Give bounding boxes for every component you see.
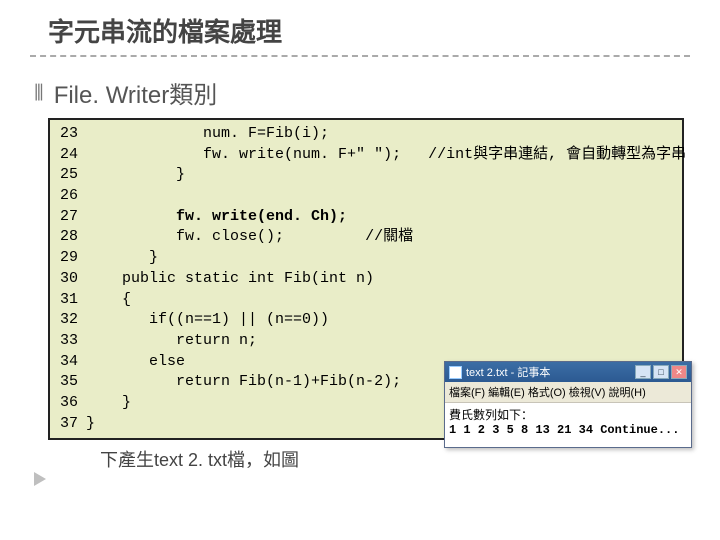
subtitle-text: File. Writer類別 bbox=[54, 75, 218, 110]
subtitle-row: ⦀ File. Writer類別 bbox=[30, 75, 690, 110]
minimize-button[interactable]: _ bbox=[635, 365, 651, 379]
code-line: fw. close(); bbox=[86, 228, 365, 245]
ln: 27 bbox=[60, 208, 78, 225]
code-line: } bbox=[86, 394, 131, 411]
code-line: num. F=Fib(i); bbox=[86, 125, 329, 142]
code-line: public static int Fib(int n) bbox=[86, 270, 374, 287]
notepad-line: 1 1 2 3 5 8 13 21 34 Continue... bbox=[449, 423, 679, 437]
code-line: if((n==1) || (n==0)) bbox=[86, 311, 329, 328]
notepad-body[interactable]: 費氏數列如下： 1 1 2 3 5 8 13 21 34 Continue... bbox=[445, 403, 691, 447]
nav-arrow-icon[interactable] bbox=[34, 472, 46, 486]
bullet-icon: ⦀ bbox=[34, 80, 44, 106]
code-line: } bbox=[86, 415, 95, 432]
ln: 31 bbox=[60, 291, 78, 308]
slide-title: 字元串流的檔案處理 bbox=[30, 12, 690, 49]
maximize-button[interactable]: □ bbox=[653, 365, 669, 379]
notepad-menubar[interactable]: 檔案(F) 編輯(E) 格式(O) 檢視(V) 說明(H) bbox=[445, 382, 691, 403]
code-line: return n; bbox=[86, 332, 257, 349]
ln: 25 bbox=[60, 166, 78, 183]
ln: 36 bbox=[60, 394, 78, 411]
ln: 35 bbox=[60, 373, 78, 390]
code-comment: //int與字串連結, 會自動轉型為字串 bbox=[428, 146, 686, 163]
ln: 32 bbox=[60, 311, 78, 328]
ln: 24 bbox=[60, 146, 78, 163]
notepad-line: 費氏數列如下： bbox=[449, 409, 533, 423]
code-line-bold: fw. write(end. Ch); bbox=[86, 208, 347, 225]
code-line: fw. write(num. F+" "); bbox=[86, 146, 428, 163]
code-line: } bbox=[86, 166, 185, 183]
line-number-gutter: 23 24 25 26 27 28 29 30 31 32 33 34 35 3… bbox=[50, 120, 86, 438]
ln: 33 bbox=[60, 332, 78, 349]
ln: 34 bbox=[60, 353, 78, 370]
ln: 28 bbox=[60, 228, 78, 245]
ln: 37 bbox=[60, 415, 78, 432]
code-line: return Fib(n-1)+Fib(n-2); bbox=[86, 373, 401, 390]
title-divider bbox=[30, 55, 690, 57]
code-line: } bbox=[86, 249, 158, 266]
ln: 26 bbox=[60, 187, 78, 204]
notepad-titlebar[interactable]: text 2.txt - 記事本 _ □ ✕ bbox=[445, 362, 691, 382]
ln: 23 bbox=[60, 125, 78, 142]
close-button[interactable]: ✕ bbox=[671, 365, 687, 379]
ln: 29 bbox=[60, 249, 78, 266]
notepad-window: text 2.txt - 記事本 _ □ ✕ 檔案(F) 編輯(E) 格式(O)… bbox=[444, 361, 692, 448]
code-comment: //關檔 bbox=[365, 228, 413, 245]
notepad-icon bbox=[449, 366, 462, 379]
caption-text: 下產生text 2. txt檔，如圖 bbox=[100, 446, 690, 472]
code-line: { bbox=[86, 291, 131, 308]
notepad-title-text: text 2.txt - 記事本 bbox=[466, 364, 635, 380]
ln: 30 bbox=[60, 270, 78, 287]
code-line: else bbox=[86, 353, 185, 370]
